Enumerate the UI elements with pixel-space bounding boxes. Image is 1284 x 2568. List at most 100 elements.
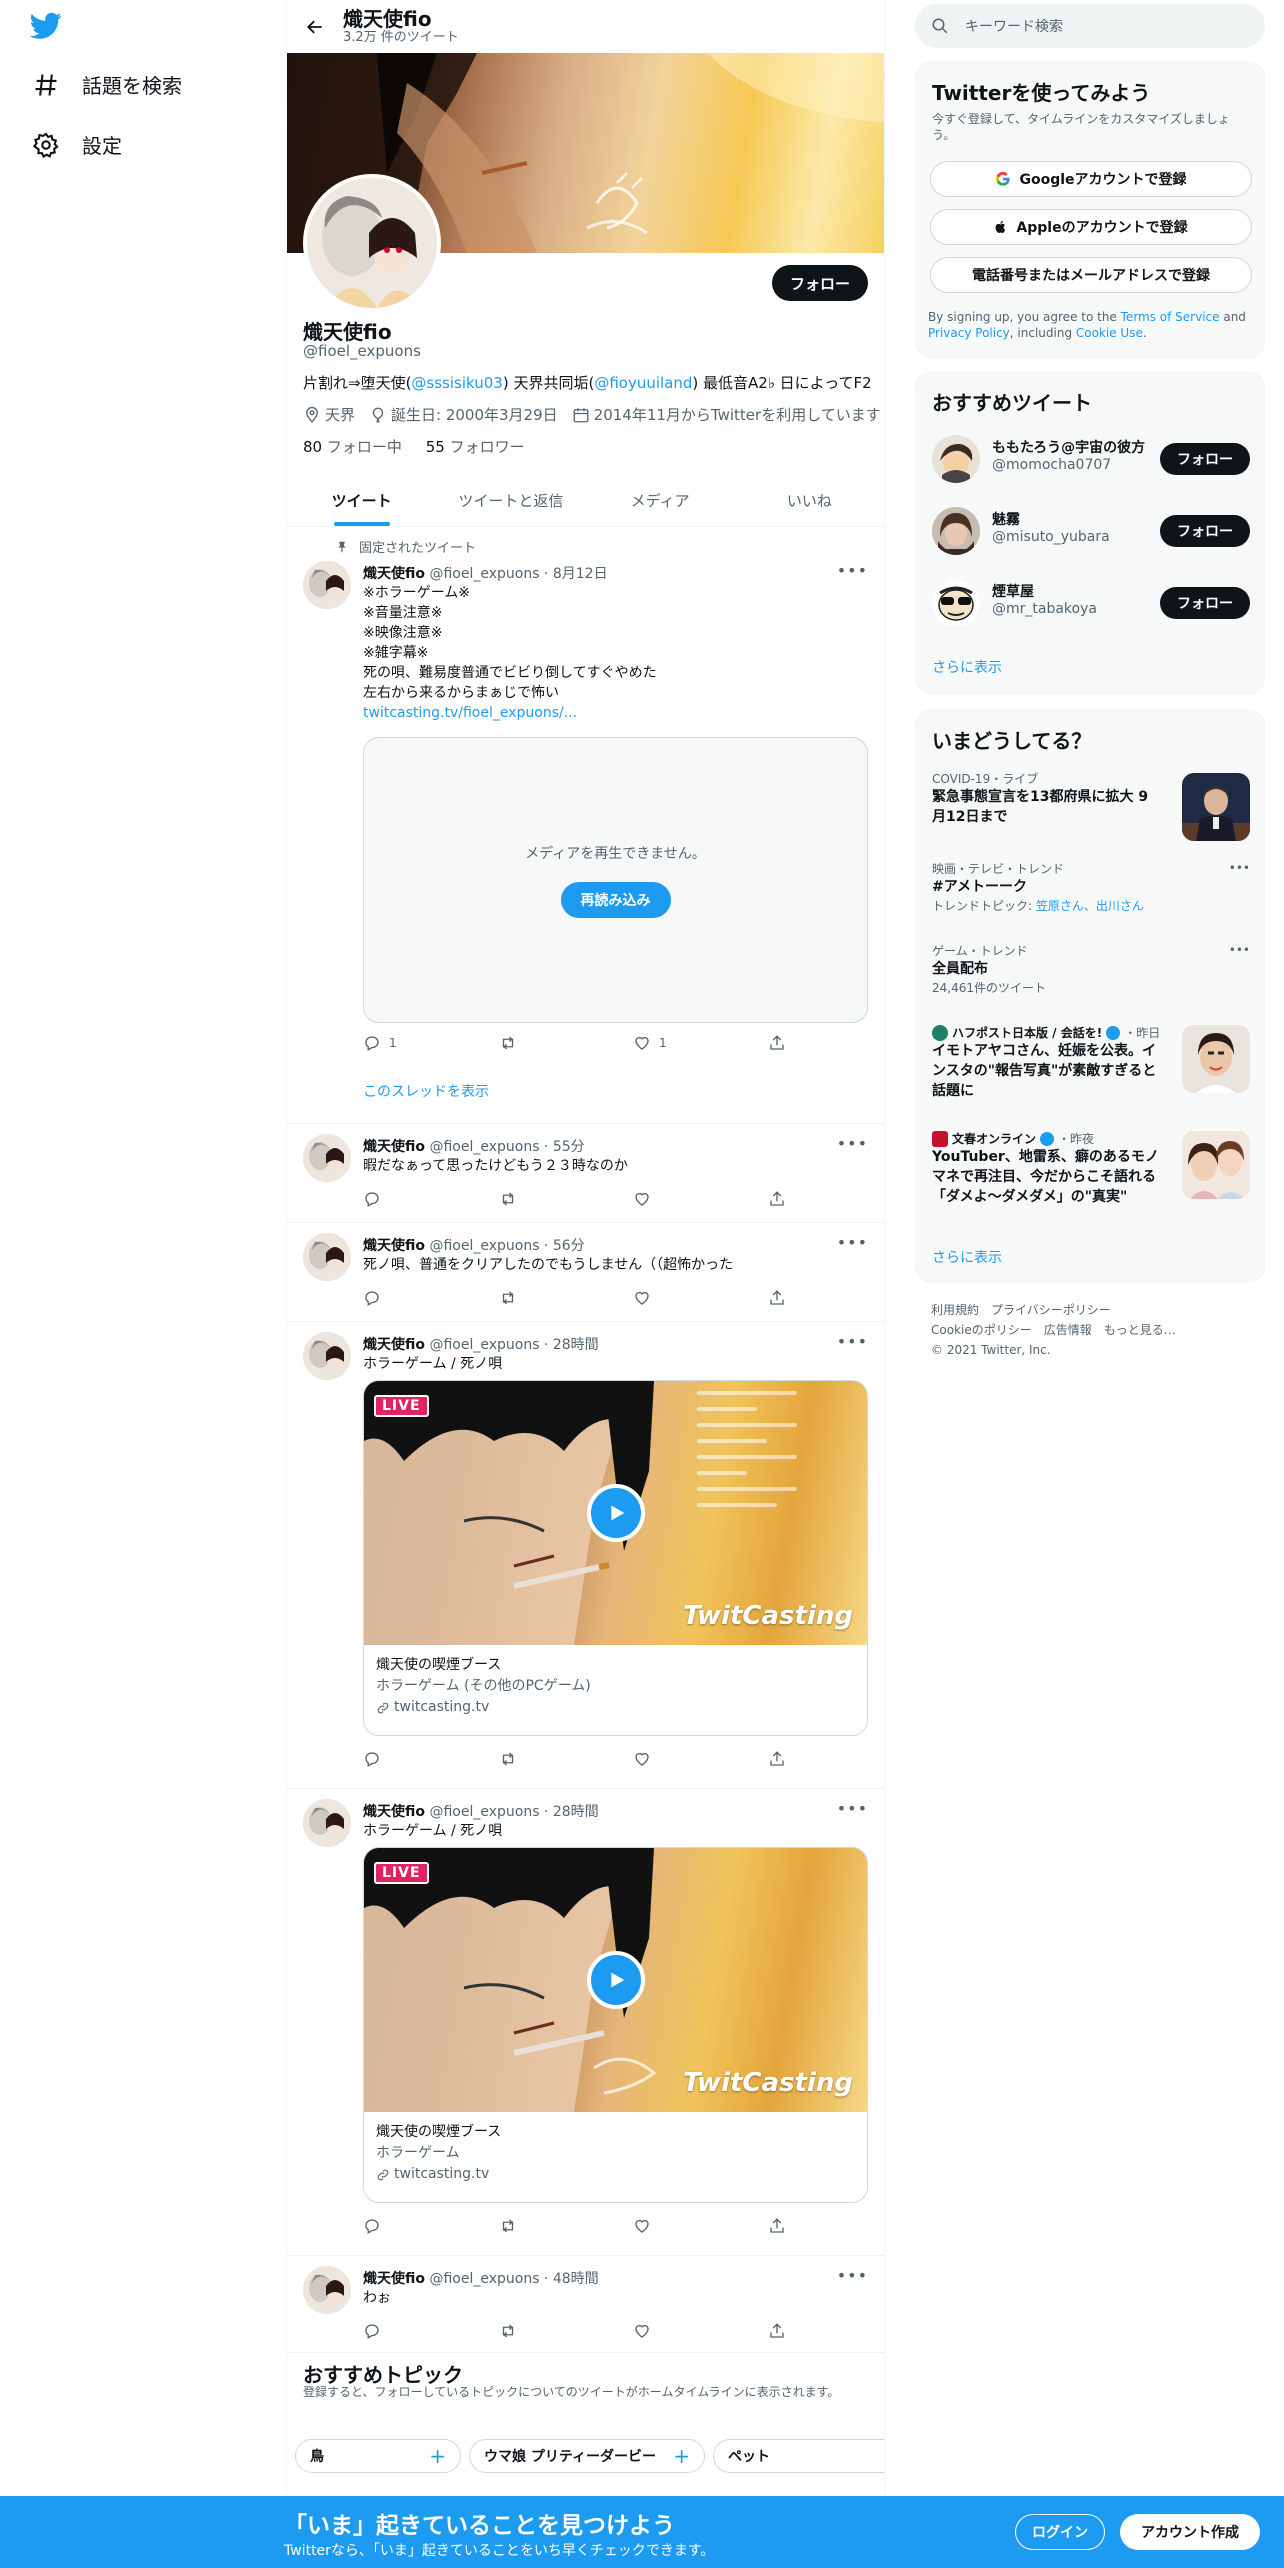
tweet-author-handle[interactable]: @fioel_expuons [429, 1804, 539, 1820]
like-button[interactable] [633, 1289, 768, 1307]
link-card[interactable]: LIVE TwitCasting 熾天使の喫煙ブース ホラーゲーム twitca… [363, 1847, 868, 2203]
avatar[interactable] [303, 561, 351, 609]
suggested-user[interactable]: 魅霧 @misuto_yubara フォロー [932, 503, 1250, 559]
reply-button[interactable] [363, 2217, 498, 2235]
more-icon[interactable]: ••• [837, 561, 868, 580]
avatar[interactable] [303, 1332, 351, 1380]
link-card[interactable]: LIVE TwitCasting 熾天使の喫煙ブース ホラーゲーム (その他のP… [363, 1380, 868, 1736]
retweet-button[interactable] [498, 2322, 633, 2340]
like-button[interactable] [633, 2217, 768, 2235]
tab-tweets-replies[interactable]: ツイートと返信 [436, 474, 585, 526]
avatar[interactable] [303, 2266, 351, 2314]
profile-avatar[interactable] [303, 174, 441, 312]
tweet-time[interactable]: 28時間 [553, 1804, 599, 1820]
nav-settings[interactable]: 設定 [32, 130, 122, 159]
trend-item[interactable]: COVID-19・ライブ 緊急事態宣言を13都府県に拡大 9月12日まで [932, 771, 1250, 841]
back-button[interactable] [287, 0, 343, 53]
retweet-button[interactable] [498, 1190, 633, 1208]
reply-button[interactable] [363, 1750, 498, 1768]
share-button[interactable] [768, 1289, 798, 1307]
retweet-button[interactable] [498, 1034, 633, 1052]
phone-email-signup-button[interactable]: 電話番号またはメールアドレスで登録 [930, 257, 1252, 293]
tweet-time[interactable]: 28時間 [553, 1337, 599, 1353]
follow-button[interactable]: フォロー [1160, 515, 1250, 547]
tweet-time[interactable]: 48時間 [553, 2271, 599, 2287]
share-button[interactable] [768, 1034, 798, 1052]
share-button[interactable] [768, 2322, 798, 2340]
like-button[interactable]: 1 [633, 1034, 768, 1052]
tweet[interactable]: 熾天使fio @fioel_expuons · 48時間 ••• わぉ [287, 2256, 884, 2353]
follow-button[interactable]: フォロー [772, 265, 868, 301]
terms-link[interactable]: Terms of Service [1121, 310, 1220, 324]
followers-link[interactable]: 55 フォロワー [426, 438, 525, 456]
search-input[interactable]: キーワード検索 [965, 16, 1063, 36]
topic-chip[interactable]: 鳥 + [295, 2439, 461, 2473]
play-button[interactable] [586, 1484, 645, 1542]
avatar[interactable] [932, 579, 980, 627]
tweet-author-name[interactable]: 熾天使fio [363, 2271, 425, 2287]
tweet-time[interactable]: 55分 [553, 1139, 585, 1155]
share-button[interactable] [768, 1190, 798, 1208]
signup-button[interactable]: アカウント作成 [1120, 2514, 1260, 2550]
more-icon[interactable]: ••• [837, 1799, 868, 1818]
tweet-author-handle[interactable]: @fioel_expuons [429, 566, 539, 582]
share-button[interactable] [768, 2217, 798, 2235]
reply-button[interactable] [363, 1190, 498, 1208]
tab-tweets[interactable]: ツイート [287, 474, 436, 526]
footer-line[interactable]: Cookieのポリシー 広告情報 もっと見る… [931, 1320, 1176, 1340]
more-icon[interactable]: ••• [837, 1233, 868, 1252]
bio-mention-link[interactable]: @fioyuuiland [594, 374, 692, 392]
trend-item[interactable]: ゲーム・トレンド 全員配布 24,461件のツイート ••• [932, 943, 1250, 997]
tab-likes[interactable]: いいね [735, 474, 884, 526]
tweet[interactable]: 熾天使fio @fioel_expuons · 56分 ••• 死ノ唄、普通をク… [287, 1223, 884, 1322]
cookie-link[interactable]: Cookie Use [1076, 326, 1143, 340]
like-button[interactable] [633, 1190, 768, 1208]
avatar[interactable] [303, 1799, 351, 1847]
suggested-user[interactable]: ももたろう@宇宙の彼方 @momocha0707 フォロー [932, 431, 1250, 487]
avatar[interactable] [303, 1134, 351, 1182]
bio-mention-link[interactable]: @sssisiku03 [411, 374, 502, 392]
retweet-button[interactable] [498, 1750, 633, 1768]
show-more-link[interactable]: さらに表示 [932, 1247, 1002, 1267]
trend-item[interactable]: 映画・テレビ・トレンド #アメトーーク トレンドトピック: 笠原さん、出川さん … [932, 861, 1250, 915]
topic-chip[interactable]: ペット [713, 2439, 884, 2473]
topic-chip[interactable]: ウマ娘 プリティーダービー + [469, 2439, 705, 2473]
tweet[interactable]: 熾天使fio @fioel_expuons · 28時間 ••• ホラーゲーム … [287, 1322, 884, 1789]
show-thread-link[interactable]: このスレッドを表示 [363, 1081, 489, 1101]
tweet-author-name[interactable]: 熾天使fio [363, 566, 425, 582]
tweet[interactable]: 熾天使fio @fioel_expuons · 28時間 ••• ホラーゲーム … [287, 1789, 884, 2256]
reply-button[interactable] [363, 1289, 498, 1307]
tweet-author-handle[interactable]: @fioel_expuons [429, 2271, 539, 2287]
trend-item[interactable]: ハフポスト日本版 / 会話を! ・昨日 イモトアヤコさん、妊娠を公表。インスタの… [932, 1025, 1250, 1101]
tweet[interactable]: 熾天使fio @fioel_expuons · 55分 ••• 暇だなぁって思っ… [287, 1124, 884, 1223]
tweet-author-name[interactable]: 熾天使fio [363, 1337, 425, 1353]
more-icon[interactable]: ••• [837, 1134, 868, 1153]
retweet-button[interactable] [498, 2217, 633, 2235]
tweet-time[interactable]: 8月12日 [553, 566, 608, 582]
nav-explore[interactable]: 話題を検索 [32, 70, 182, 99]
like-button[interactable] [633, 1750, 768, 1768]
follow-button[interactable]: フォロー [1160, 443, 1250, 475]
privacy-link[interactable]: Privacy Policy [928, 326, 1010, 340]
following-link[interactable]: 80 フォロー中 [303, 438, 402, 456]
footer-line[interactable]: 利用規約 プライバシーポリシー [931, 1300, 1176, 1320]
reply-button[interactable] [363, 2322, 498, 2340]
tweet-author-handle[interactable]: @fioel_expuons [429, 1139, 539, 1155]
tweet-author-name[interactable]: 熾天使fio [363, 1238, 425, 1254]
avatar[interactable] [932, 435, 980, 483]
retweet-button[interactable] [498, 1289, 633, 1307]
avatar[interactable] [303, 1233, 351, 1281]
google-signup-button[interactable]: Googleアカウントで登録 [930, 161, 1252, 197]
more-icon[interactable]: ••• [1229, 943, 1250, 957]
trend-topic-link[interactable]: 笠原さん、出川さん [1036, 899, 1144, 913]
twitter-logo-icon[interactable] [30, 12, 62, 40]
tweet-author-handle[interactable]: @fioel_expuons [429, 1337, 539, 1353]
trend-item[interactable]: 文春オンライン ・昨夜 YouTuber、地雷系、癖のあるモノマネで再注目、今だ… [932, 1131, 1250, 1207]
reload-button[interactable]: 再読み込み [560, 882, 671, 918]
tweet-author-name[interactable]: 熾天使fio [363, 1139, 425, 1155]
follow-button[interactable]: フォロー [1160, 587, 1250, 619]
share-button[interactable] [768, 1750, 798, 1768]
more-icon[interactable]: ••• [1229, 861, 1250, 875]
more-icon[interactable]: ••• [837, 1332, 868, 1351]
tweet-author-name[interactable]: 熾天使fio [363, 1804, 425, 1820]
